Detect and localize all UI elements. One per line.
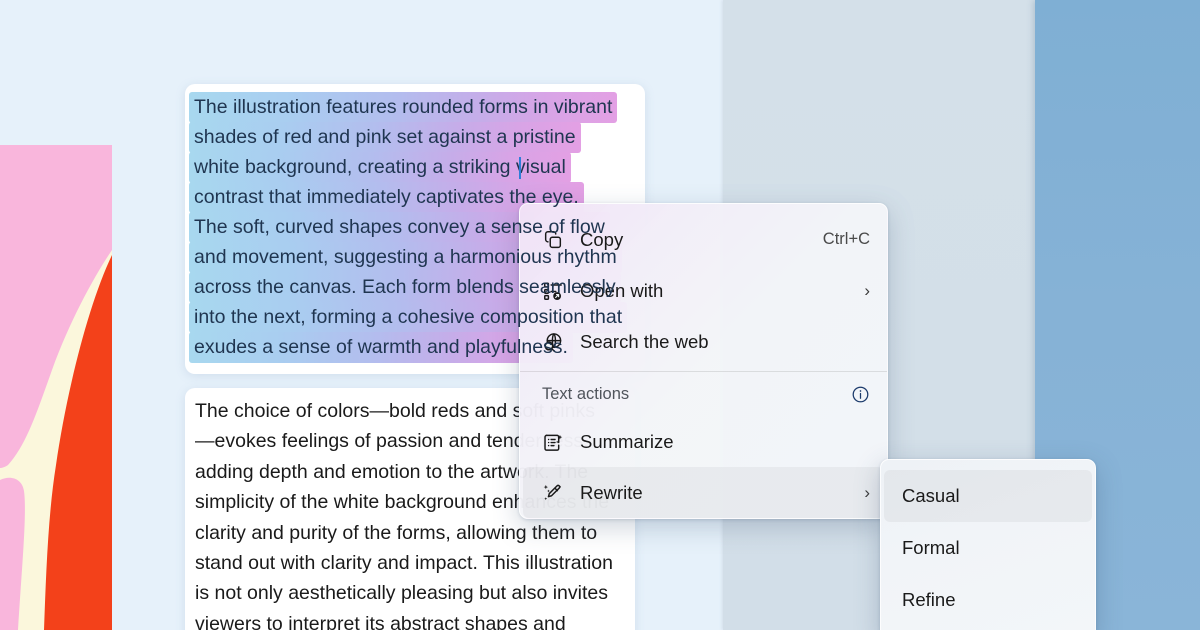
selected-line-text: across the canvas. Each form blends seam…: [194, 276, 616, 298]
menu-item-label: Rewrite: [580, 481, 643, 503]
menu-item-label: Search the web: [580, 330, 709, 352]
rewrite-icon: [540, 480, 566, 506]
body-line: stand out with clarity and impact. This …: [195, 552, 613, 575]
body-line: is not only aesthetically pleasing but a…: [195, 582, 608, 605]
submenu-top-padding: [881, 460, 1095, 470]
menu-item-shortcut: Ctrl+C: [822, 230, 870, 248]
section-title: Text actions: [542, 384, 630, 403]
selected-line-text: into the next, forming a cohesive compos…: [194, 306, 623, 328]
selected-line-text: The illustration features rounded forms …: [194, 96, 613, 118]
menu-item-summarize[interactable]: Summarize: [523, 416, 884, 467]
selected-line-text: and movement, suggesting a harmonious rh…: [194, 246, 617, 268]
submenu-item-label: Refine: [902, 589, 956, 610]
menu-section-text-actions: Text actions: [520, 372, 887, 416]
selected-line-text: white background, creating a striking vi…: [194, 156, 566, 178]
chevron-right-icon: ›: [864, 483, 870, 502]
submenu-item-refine[interactable]: Refine: [884, 574, 1092, 626]
selected-line[interactable]: white background, creating a striking vi…: [189, 152, 571, 183]
chevron-right-icon: ›: [864, 281, 870, 300]
selected-line-text: exudes a sense of warmth and playfulness…: [194, 336, 568, 358]
submenu-item-formal[interactable]: Formal: [884, 522, 1092, 574]
selected-line[interactable]: shades of red and pink set against a pri…: [189, 122, 581, 153]
submenu-item-label: Casual: [902, 485, 960, 506]
rewrite-submenu[interactable]: Casual Formal Refine: [880, 459, 1096, 630]
selected-line-text: shades of red and pink set against a pri…: [194, 126, 576, 148]
body-line: clarity and purity of the forms, allowin…: [195, 521, 598, 544]
text-caret: [519, 157, 521, 179]
abstract-artwork: [0, 145, 112, 630]
menu-item-rewrite[interactable]: Rewrite ›: [523, 467, 884, 518]
selected-line[interactable]: The illustration features rounded forms …: [189, 92, 618, 123]
menu-item-label: Summarize: [580, 430, 674, 452]
submenu-item-casual[interactable]: Casual: [884, 470, 1092, 522]
menu-item-label: Open with: [580, 279, 664, 301]
submenu-item-label: Formal: [902, 537, 960, 558]
text-selection[interactable]: The illustration features rounded forms …: [189, 92, 649, 363]
selected-line-text: contrast that immediately captivates the…: [194, 186, 579, 208]
body-line: viewers to interpret its abstract shapes…: [195, 612, 566, 630]
summarize-icon: [540, 429, 566, 455]
info-icon[interactable]: [851, 385, 870, 404]
screenshot-root: The illustration features rounded forms …: [0, 0, 1200, 630]
selected-line-text: The soft, curved shapes convey a sense o…: [194, 216, 605, 238]
selected-line[interactable]: exudes a sense of warmth and playfulness…: [189, 332, 573, 363]
